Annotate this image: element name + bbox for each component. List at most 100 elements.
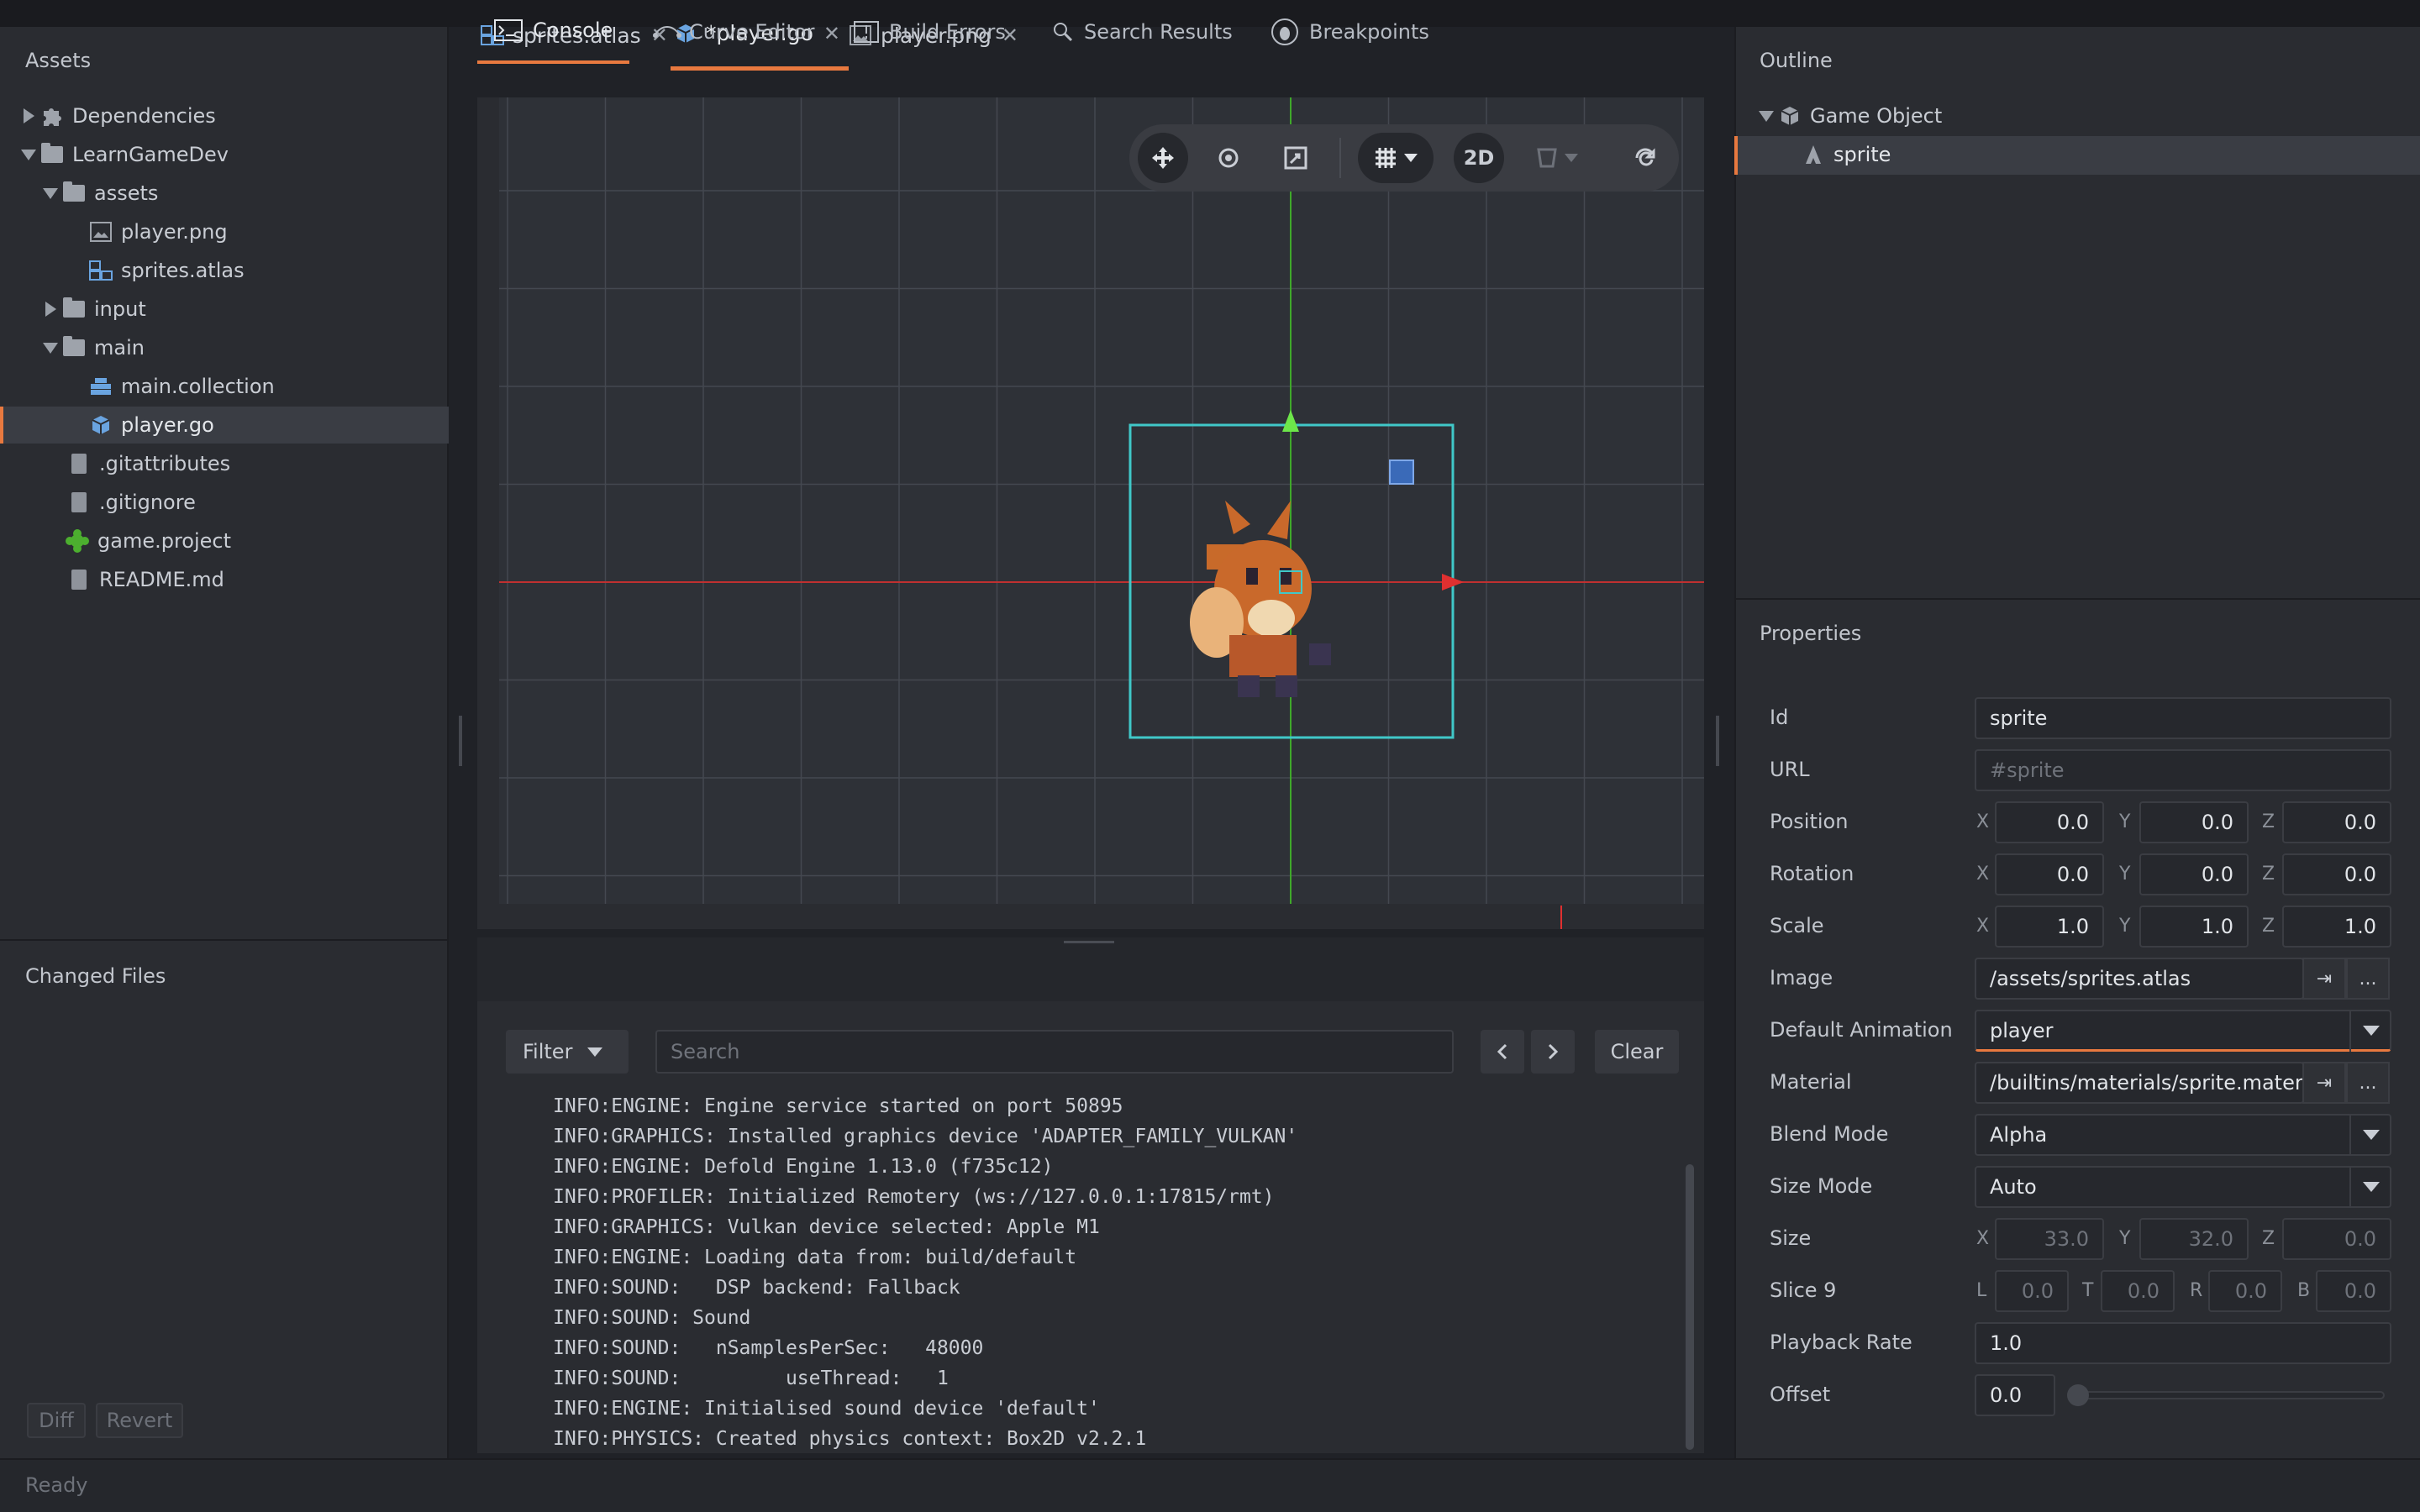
scale-tool-button[interactable]: [1270, 133, 1321, 183]
close-icon[interactable]: ✕: [823, 22, 840, 45]
panel-divider[interactable]: [1734, 598, 2420, 600]
splitter-grip[interactable]: [1716, 716, 1719, 766]
goto-resource-button[interactable]: ⇥: [2302, 1062, 2346, 1104]
y-move-handle[interactable]: [1282, 410, 1299, 432]
splitter-grip[interactable]: [459, 716, 462, 766]
diff-button[interactable]: Diff: [27, 1403, 86, 1438]
panel-divider[interactable]: [0, 939, 449, 941]
position-y-field[interactable]: 0.0: [2139, 801, 2249, 843]
expand-arrow-icon[interactable]: [17, 108, 40, 123]
chevron-down-icon[interactable]: [2349, 1166, 2391, 1208]
size-z-field[interactable]: 0.0: [2282, 1218, 2391, 1260]
folder-icon: [40, 143, 64, 166]
position-z-field[interactable]: 0.0: [2282, 801, 2391, 843]
rotate-tool-button[interactable]: [1203, 133, 1254, 183]
position-x-field[interactable]: 0.0: [1995, 801, 2104, 843]
slice9-r-field[interactable]: 0.0: [2208, 1270, 2282, 1312]
offset-field[interactable]: 0.0: [1975, 1374, 2055, 1416]
tree-item-player-png[interactable]: player.png: [0, 213, 449, 250]
collapse-arrow-icon[interactable]: [39, 187, 62, 199]
tab-console[interactable]: Console: [477, 0, 630, 64]
tree-item-input[interactable]: input: [0, 291, 449, 328]
status-text: Ready: [25, 1473, 88, 1497]
log-line: INFO:GRAPHICS: Vulkan device selected: A…: [553, 1216, 1100, 1238]
console-search-input[interactable]: Search: [655, 1030, 1454, 1074]
size-mode-label: Size Mode: [1770, 1174, 1873, 1198]
rotation-z-field[interactable]: 0.0: [2282, 853, 2391, 895]
player-sprite[interactable]: [1190, 501, 1331, 697]
outline-item-sprite-row[interactable]: sprite: [1738, 136, 2420, 173]
chevron-down-icon[interactable]: [2349, 1114, 2391, 1156]
filter-dropdown[interactable]: Filter: [506, 1030, 629, 1074]
rotation-x-field[interactable]: 0.0: [1995, 853, 2104, 895]
rotation-label: Rotation: [1770, 862, 1854, 885]
console-log[interactable]: INFO:ENGINE: Engine service started on p…: [553, 1095, 1670, 1458]
blend-mode-dropdown[interactable]: Alpha: [1975, 1114, 2391, 1156]
folder-icon: [62, 181, 86, 205]
browse-image-button[interactable]: ...: [2346, 958, 2390, 1000]
tree-item-sprites-atlas[interactable]: sprites.atlas: [0, 252, 449, 289]
chevron-down-icon: [1404, 154, 1418, 162]
tree-item-main[interactable]: main: [0, 329, 449, 366]
tab-breakpoints[interactable]: Breakpoints: [1270, 0, 1429, 64]
tree-item-readme[interactable]: README.md: [0, 561, 449, 598]
tree-item-learngamedev[interactable]: LearnGameDev: [0, 136, 449, 173]
2d-mode-button[interactable]: 2D: [1454, 133, 1504, 183]
size-y-field[interactable]: 32.0: [2139, 1218, 2249, 1260]
collapse-arrow-icon[interactable]: [39, 342, 62, 354]
move-tool-button[interactable]: [1138, 133, 1188, 183]
slice9-b-field[interactable]: 0.0: [2316, 1270, 2391, 1312]
tree-item-assets[interactable]: assets: [0, 175, 449, 212]
grid-toggle-button[interactable]: [1358, 133, 1434, 183]
revert-button[interactable]: Revert: [96, 1403, 183, 1438]
tab-curve-editor[interactable]: Curve Editor: [652, 0, 814, 64]
rotation-y-field[interactable]: 0.0: [2139, 853, 2249, 895]
tree-item-dependencies[interactable]: Dependencies: [0, 97, 449, 134]
visibility-filter-button[interactable]: [1519, 133, 1595, 183]
slice9-l-field[interactable]: 0.0: [1995, 1270, 2069, 1312]
size-mode-dropdown[interactable]: Auto: [1975, 1166, 2391, 1208]
url-field[interactable]: #sprite: [1975, 749, 2391, 791]
tree-item-main-collection[interactable]: main.collection: [0, 368, 449, 405]
collapse-arrow-icon[interactable]: [17, 149, 40, 160]
camera-reset-icon: [1635, 148, 1655, 166]
image-field[interactable]: /assets/sprites.atlas: [1975, 958, 2304, 1000]
expand-arrow-icon[interactable]: [39, 302, 62, 317]
tree-item-label: assets: [94, 181, 159, 205]
outline-item-game-object[interactable]: Game Object: [1734, 97, 2420, 134]
browse-material-button[interactable]: ...: [2346, 1062, 2390, 1104]
tree-item-gitattributes[interactable]: .gitattributes: [0, 445, 449, 482]
assets-title: Assets: [25, 49, 92, 72]
id-field[interactable]: sprite: [1975, 697, 2391, 739]
next-button[interactable]: [1531, 1030, 1575, 1074]
tree-item-game-project[interactable]: game.project: [0, 522, 449, 559]
playback-rate-field[interactable]: 1.0: [1975, 1322, 2391, 1364]
scale-x-field[interactable]: 1.0: [1995, 906, 2104, 948]
size-x-field[interactable]: 33.0: [1995, 1218, 2104, 1260]
url-label: URL: [1770, 758, 1810, 781]
resize-handle[interactable]: [1064, 941, 1114, 943]
tree-item-gitignore[interactable]: .gitignore: [0, 484, 449, 521]
puzzle-icon: [40, 104, 64, 128]
tab-build-errors[interactable]: Build Errors: [854, 0, 1006, 64]
clear-button[interactable]: Clear: [1595, 1030, 1679, 1074]
previous-button[interactable]: [1481, 1030, 1524, 1074]
xy-plane-handle[interactable]: [1389, 459, 1414, 485]
material-field[interactable]: /builtins/materials/sprite.materi: [1975, 1062, 2304, 1104]
collapse-arrow-icon[interactable]: [1754, 110, 1778, 122]
tab-search-results[interactable]: Search Results: [1052, 0, 1233, 64]
tree-item-player-go[interactable]: player.go: [0, 407, 449, 444]
default-animation-dropdown[interactable]: player: [1975, 1010, 2391, 1052]
axis-l-label: L: [1976, 1280, 1987, 1301]
offset-slider-thumb[interactable]: [2067, 1384, 2089, 1406]
chevron-down-icon[interactable]: [2349, 1010, 2391, 1052]
position-label: Position: [1770, 810, 1849, 833]
scene-viewport[interactable]: -80-70-60-50-40-30-20-10010203040 403020…: [477, 97, 1704, 929]
console-scrollbar[interactable]: [1686, 1164, 1694, 1450]
scale-y-field[interactable]: 1.0: [2139, 906, 2249, 948]
offset-slider-track[interactable]: [2069, 1391, 2385, 1399]
scale-z-field[interactable]: 1.0: [2282, 906, 2391, 948]
slice9-t-field[interactable]: 0.0: [2101, 1270, 2175, 1312]
goto-resource-button[interactable]: ⇥: [2302, 958, 2346, 1000]
reset-camera-button[interactable]: [1620, 133, 1670, 183]
